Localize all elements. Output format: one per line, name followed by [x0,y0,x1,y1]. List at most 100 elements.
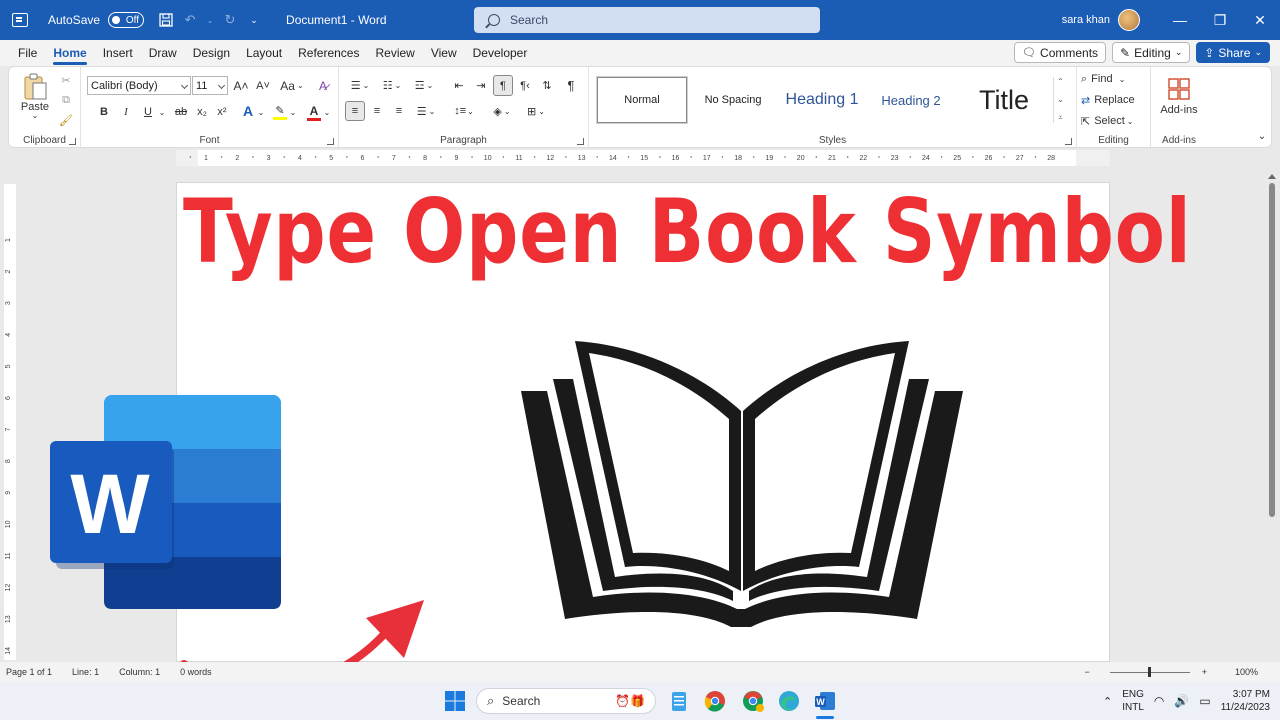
autosave-toggle[interactable]: Off [108,12,145,28]
wifi-icon[interactable]: ◠ [1154,694,1164,708]
bullets-icon[interactable]: ☰ ⌄ [345,76,375,95]
font-size-dropdown[interactable]: 11 [192,76,228,95]
zoom-control[interactable]: − + 100% [1078,662,1272,682]
multilevel-list-icon[interactable]: ☲ ⌄ [409,76,439,95]
minimize-icon[interactable]: — [1160,0,1200,40]
tab-insert[interactable]: Insert [95,40,141,66]
tab-file[interactable]: File [10,40,45,66]
styles-gallery-scroll[interactable]: ⌃ ⌄ ⩡ [1053,77,1067,123]
highlight-dropdown-icon[interactable]: ⌄ [289,103,297,121]
shading-icon[interactable]: ◈ ⌄ [487,101,517,121]
numbering-icon[interactable]: ☷ ⌄ [377,76,407,95]
chevron-up-icon[interactable]: ⌃ [1103,695,1112,708]
find-button[interactable]: ⌕ Find ⌄ [1081,70,1147,88]
rtl-text-direction-icon[interactable]: ¶‹ [515,76,535,95]
edge-icon[interactable] [777,689,801,713]
chrome-profile-icon[interactable] [741,689,765,713]
share-button[interactable]: ⇪ Share ⌄ [1196,42,1270,63]
windows-start-icon[interactable] [443,689,467,713]
select-button[interactable]: ⇱ Select ⌄ [1081,112,1147,130]
title-search-box[interactable]: Search [474,7,820,33]
tab-review[interactable]: Review [367,40,422,66]
tab-view[interactable]: View [423,40,465,66]
justify-icon[interactable]: ☰ ⌄ [411,101,441,121]
close-icon[interactable]: ✕ [1240,0,1280,40]
tab-references[interactable]: References [290,40,367,66]
tab-home[interactable]: Home [45,40,94,66]
text-effects-icon[interactable]: A [239,101,257,121]
show-formatting-marks-icon[interactable]: ¶ [561,76,581,95]
change-case-button[interactable]: Aa ⌄ [277,76,307,95]
font-color-icon[interactable]: A [305,101,323,123]
line-number[interactable]: Line: 1 [72,667,99,677]
avatar[interactable] [1118,9,1140,31]
style-normal[interactable]: Normal [596,76,688,124]
user-name[interactable]: sara khan [1062,14,1110,26]
font-dialog-launcher-icon[interactable] [327,138,334,145]
underline-dropdown-icon[interactable]: ⌄ [157,103,167,121]
comments-button[interactable]: 🗨 Comments [1014,42,1107,63]
font-color-dropdown-icon[interactable]: ⌄ [323,103,331,121]
format-painter-icon[interactable]: 🖌 [57,111,75,129]
restore-icon[interactable]: ❐ [1200,0,1240,40]
replace-button[interactable]: ⇄ Replace [1081,91,1147,109]
tab-developer[interactable]: Developer [465,40,536,66]
copy-icon[interactable]: ⧉ [57,91,75,109]
addins-button[interactable]: Add-ins [1153,71,1205,121]
cut-icon[interactable]: ✂ [57,71,75,89]
paragraph-dialog-launcher-icon[interactable] [577,138,584,145]
strikethrough-button[interactable]: ab [171,103,191,121]
text-effects-dropdown-icon[interactable]: ⌄ [257,103,265,121]
underline-button[interactable]: U [139,103,157,121]
clock[interactable]: 3:07 PM 11/24/2023 [1221,688,1270,714]
zoom-out-icon[interactable]: − [1084,667,1089,677]
input-language[interactable]: ENG INTL [1122,688,1144,714]
line-spacing-icon[interactable]: ↕≡ ⌄ [449,101,479,121]
customize-qat-icon[interactable]: ⌄ [246,12,262,28]
ltr-text-direction-icon[interactable]: ¶ [493,75,513,96]
page-count[interactable]: Page 1 of 1 [6,667,52,677]
clear-formatting-icon[interactable]: A̷ [313,76,333,95]
taskbar-search[interactable]: ⌕ Search ⏰🎁 [476,688,656,714]
zoom-in-icon[interactable]: + [1202,667,1207,677]
align-right-icon[interactable]: ≡ [389,101,409,121]
vertical-scrollbar[interactable] [1268,174,1276,660]
clipboard-dialog-launcher-icon[interactable] [69,138,76,145]
shrink-font-button[interactable]: A˅ [253,76,273,95]
superscript-button[interactable]: x² [213,103,231,121]
subscript-button[interactable]: x₂ [193,103,211,121]
undo-dropdown-icon[interactable]: ⌄ [206,12,214,28]
horizontal-ruler[interactable]: 1 2 3 4 5 6 7 8 9 10 11 12 13 14 15 16 17 18 19 20 21 22 23 24 2… [176,150,1110,166]
zoom-slider[interactable] [1109,666,1190,677]
italic-button[interactable]: I [117,103,135,121]
battery-icon[interactable]: ▭ [1199,694,1210,708]
notepad-icon[interactable] [667,689,691,713]
align-center-icon[interactable]: ≡ [367,101,387,121]
undo-icon[interactable]: ↶ [182,12,198,28]
collapse-ribbon-icon[interactable]: ⌄ [1255,129,1269,143]
tab-design[interactable]: Design [185,40,238,66]
style-title[interactable]: Title [959,77,1049,123]
tab-layout[interactable]: Layout [238,40,290,66]
tab-draw[interactable]: Draw [141,40,185,66]
font-name-dropdown[interactable]: Calibri (Body) [87,76,191,95]
grow-font-button[interactable]: A˄ [231,76,251,95]
save-icon[interactable] [158,12,174,28]
scrollbar-thumb[interactable] [1269,183,1275,517]
style-heading-1[interactable]: Heading 1 [777,77,867,123]
editing-mode-button[interactable]: ✎ Editing ⌄ [1112,42,1191,63]
vertical-ruler[interactable]: 1234567891011121314 [4,184,16,660]
style-heading-2[interactable]: Heading 2 [871,77,951,123]
styles-dialog-launcher-icon[interactable] [1065,138,1072,145]
sort-icon[interactable]: ⇅ [537,76,557,95]
chrome-icon[interactable] [703,689,727,713]
word-taskbar-icon[interactable]: W [813,689,837,713]
borders-icon[interactable]: ⊞ ⌄ [521,101,551,121]
increase-indent-icon[interactable]: ⇥ [471,76,491,95]
paste-button[interactable]: Paste ⌄ [17,71,53,121]
word-count[interactable]: 0 words [180,667,212,677]
scroll-up-icon[interactable] [1268,174,1276,179]
zoom-level[interactable]: 100% [1235,667,1258,677]
decrease-indent-icon[interactable]: ⇤ [449,76,469,95]
document-headline[interactable]: Type Open Book Symbol [183,180,1191,283]
